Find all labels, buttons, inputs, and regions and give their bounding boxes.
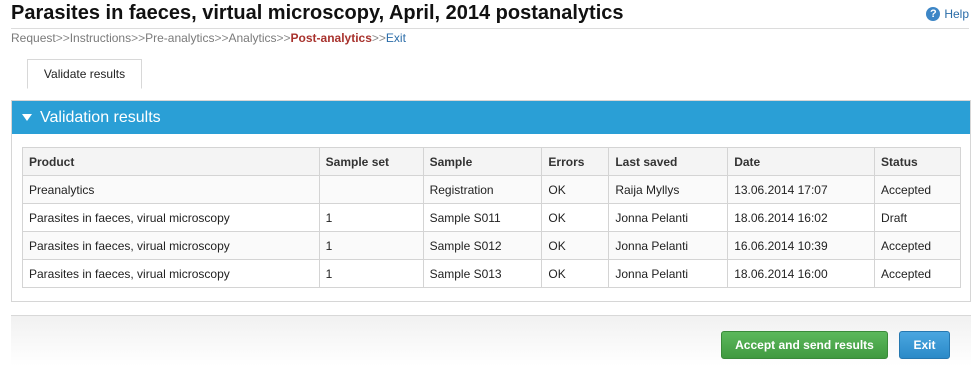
cell-last-saved: Jonna Pelanti <box>608 203 729 232</box>
cell-product: Parasites in faeces, virual microscopy <box>22 203 320 232</box>
cell-errors: OK <box>541 231 610 260</box>
breadcrumb-separator: >> <box>131 31 146 45</box>
cell-errors: OK <box>541 203 610 232</box>
cell-date: 18.06.2014 16:02 <box>727 203 876 232</box>
table-row: Parasites in faeces, virual microscopy 1… <box>22 203 961 232</box>
column-header-errors: Errors <box>541 147 610 176</box>
tab-validate-results[interactable]: Validate results <box>27 59 142 89</box>
cell-last-saved: Raija Myllys <box>608 175 729 204</box>
cell-errors: OK <box>541 175 610 204</box>
cell-date: 18.06.2014 16:00 <box>727 259 876 288</box>
validation-results-table: Product Sample set Sample Errors Last sa… <box>22 147 961 288</box>
validation-results-panel: Validation results Product Sample set Sa… <box>11 100 971 302</box>
breadcrumb-separator: >> <box>371 31 386 45</box>
cell-product: Parasites in faeces, virual microscopy <box>22 231 320 260</box>
breadcrumb-instructions: Instructions <box>69 31 132 45</box>
tab-bar: Validate results <box>11 58 969 89</box>
sample-link-s011[interactable]: Sample S011 <box>422 203 543 232</box>
status-badge: Accepted <box>874 259 961 288</box>
cell-sample-set: 1 <box>318 203 424 232</box>
cell-errors: OK <box>541 259 610 288</box>
title-divider <box>11 28 969 29</box>
help-link[interactable]: ? Help <box>926 7 969 21</box>
sample-link-s013[interactable]: Sample S013 <box>422 259 543 288</box>
cell-sample-set: 1 <box>318 231 424 260</box>
column-header-product: Product <box>22 147 320 176</box>
cell-last-saved: Jonna Pelanti <box>608 231 729 260</box>
breadcrumb-separator: >> <box>276 31 291 45</box>
table-row: Preanalytics Registration OK Raija Mylly… <box>22 175 961 204</box>
breadcrumb: Request>>Instructions>>Pre-analytics>>An… <box>11 31 406 45</box>
accept-and-send-results-button[interactable]: Accept and send results <box>721 331 888 359</box>
sample-link-s012[interactable]: Sample S012 <box>422 231 543 260</box>
column-header-last-saved: Last saved <box>608 147 729 176</box>
help-label: Help <box>944 7 969 21</box>
breadcrumb-analytics: Analytics <box>228 31 277 45</box>
breadcrumb-post-analytics: Post-analytics <box>290 31 372 45</box>
cell-date: 16.06.2014 10:39 <box>727 231 876 260</box>
breadcrumb-exit-link[interactable]: Exit <box>386 31 406 45</box>
breadcrumb-separator: >> <box>214 31 229 45</box>
cell-last-saved: Jonna Pelanti <box>608 259 729 288</box>
breadcrumb-separator: >> <box>55 31 70 45</box>
caret-down-icon <box>22 114 32 121</box>
cell-date: 13.06.2014 17:07 <box>727 175 876 204</box>
column-header-date: Date <box>727 147 876 176</box>
sample-link-registration[interactable]: Registration <box>422 175 543 204</box>
status-badge: Draft <box>874 203 961 232</box>
breadcrumb-request: Request <box>11 31 56 45</box>
table-header-row: Product Sample set Sample Errors Last sa… <box>22 147 961 176</box>
column-header-sample-set: Sample set <box>318 147 424 176</box>
cell-sample-set <box>318 175 424 204</box>
table-row: Parasites in faeces, virual microscopy 1… <box>22 231 961 260</box>
cell-sample-set: 1 <box>318 259 424 288</box>
cell-product: Preanalytics <box>22 175 320 204</box>
status-badge: Accepted <box>874 231 961 260</box>
column-header-status: Status <box>874 147 961 176</box>
exit-button[interactable]: Exit <box>899 331 950 359</box>
status-badge: Accepted <box>874 175 961 204</box>
table-row: Parasites in faeces, virual microscopy 1… <box>22 259 961 288</box>
cell-product: Parasites in faeces, virual microscopy <box>22 259 320 288</box>
breadcrumb-pre-analytics: Pre-analytics <box>145 31 215 45</box>
panel-header-toggle[interactable]: Validation results <box>12 101 970 134</box>
column-header-sample: Sample <box>422 147 543 176</box>
panel-title: Validation results <box>40 108 161 126</box>
page-title: Parasites in faeces, virtual microscopy,… <box>11 2 624 24</box>
help-circle-icon: ? <box>926 7 941 21</box>
